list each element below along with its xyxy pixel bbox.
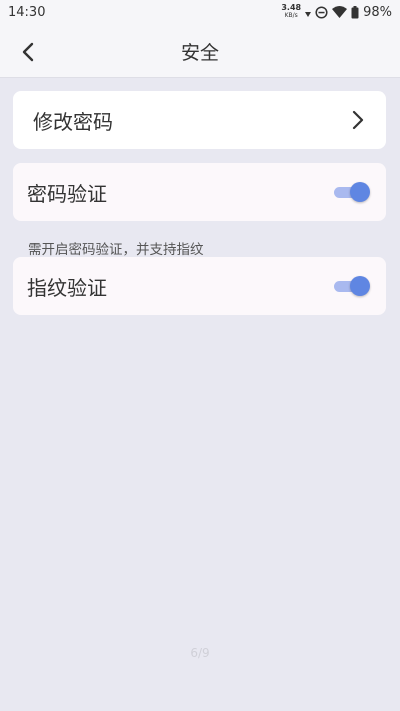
- page-title: 安全: [180, 41, 219, 64]
- change-password-item[interactable]: 修改密码: [13, 91, 386, 149]
- wifi-icon: [332, 6, 348, 18]
- network-speed: 3.48 KB/s: [281, 4, 301, 20]
- data-arrows-icon: [305, 12, 312, 17]
- toggle-thumb: [350, 182, 370, 202]
- fingerprint-verify-item: 指纹验证: [13, 257, 386, 315]
- network-speed-unit: KB/s: [284, 12, 298, 19]
- network-speed-value: 3.48: [281, 3, 302, 12]
- status-icons: 3.48 KB/s 98%: [281, 4, 392, 20]
- fingerprint-verify-label: 指纹验证: [27, 275, 107, 300]
- back-button[interactable]: [12, 36, 44, 68]
- status-bar: 14:30 3.48 KB/s 98%: [0, 0, 400, 24]
- password-verify-toggle[interactable]: [334, 181, 370, 203]
- battery-level: 98%: [363, 4, 392, 20]
- app-bar: 安全: [0, 24, 400, 78]
- chevron-right-icon: [348, 108, 368, 132]
- dnd-icon: [315, 5, 328, 19]
- page-indicator: 6/9: [190, 646, 210, 660]
- toggle-thumb: [350, 276, 370, 296]
- fingerprint-hint: 需开启密码验证，并支持指纹: [28, 242, 204, 258]
- back-arrow-icon: [22, 42, 34, 62]
- change-password-label: 修改密码: [33, 109, 113, 134]
- battery-icon: [351, 5, 359, 18]
- status-time: 14:30: [8, 4, 46, 20]
- password-verify-label: 密码验证: [27, 181, 107, 206]
- fingerprint-verify-toggle[interactable]: [334, 275, 370, 297]
- password-verify-item: 密码验证: [13, 163, 386, 221]
